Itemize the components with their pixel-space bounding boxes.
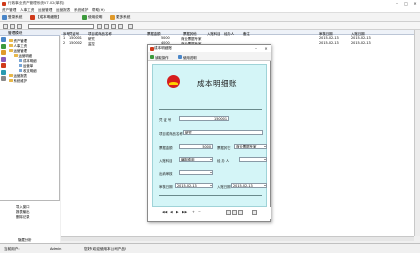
help-icon xyxy=(82,15,87,20)
record-navigator: ◀◀ ◀ ▶ ▶▶ + − xyxy=(148,207,271,219)
amount-label: 票据金额 xyxy=(159,146,173,150)
entry-date-picker[interactable]: 2015-02-13 xyxy=(231,183,267,188)
delete-record-link[interactable]: 删除记录 xyxy=(16,214,30,219)
dialog-tabs: 读取操作 使用说明 xyxy=(148,52,271,61)
database-icon[interactable] xyxy=(1,69,6,75)
first-record-button[interactable]: ◀◀ xyxy=(162,210,167,214)
print-icon[interactable] xyxy=(232,209,237,215)
secondary-toolbar xyxy=(0,22,420,30)
cost-ledger-dialog: 成本明细账 – ✕ 读取操作 使用说明 成本明细账 凭 证 号 150001 项… xyxy=(147,44,271,222)
folder-icon xyxy=(9,44,13,47)
folder-icon xyxy=(14,54,18,57)
amount-field[interactable]: 5000 xyxy=(179,144,213,149)
folder-icon xyxy=(9,79,13,82)
usage-button[interactable]: 使用说明 xyxy=(82,15,102,21)
document-icon xyxy=(19,63,22,68)
read-icon xyxy=(150,55,154,59)
remark-label: 出纳审核 xyxy=(159,172,173,176)
tab-read[interactable]: 读取操作 xyxy=(150,54,169,60)
dialog-minimize-button[interactable]: – xyxy=(251,45,261,52)
left-panel: 管理模块 资产管理 人事工资 运营管理 运营明细 成本明细 运营单 收支明细 运… xyxy=(0,30,60,243)
voucher-title: 成本明细账 xyxy=(197,79,237,88)
chart-icon[interactable] xyxy=(1,50,6,55)
folder-icon xyxy=(9,74,13,77)
last-record-button[interactable]: ▶▶ xyxy=(182,210,187,214)
login-icon xyxy=(2,15,7,20)
audit-date-picker[interactable]: 2015-02-13 xyxy=(175,183,213,188)
handler-select[interactable] xyxy=(239,157,267,162)
title-bar: 行政事业资产管理系统V7.02(单机) – □ ✕ xyxy=(0,0,420,7)
voucher-no-field[interactable]: 150001 xyxy=(179,116,229,121)
dialog-icon xyxy=(149,46,154,51)
quick-actions: 导入窗口 报表输出 删除记录 隐藏分析 xyxy=(0,200,60,243)
main-toolbar: 登录系统 【成本明细账】 使用说明 更多系统 xyxy=(0,13,420,22)
close-form-icon[interactable] xyxy=(252,209,257,215)
entry-date-label: 入账日期 xyxy=(217,185,231,189)
prev-record-button[interactable]: ◀ xyxy=(170,210,173,214)
filter-input[interactable] xyxy=(28,23,94,29)
filter-icon[interactable] xyxy=(111,23,116,29)
company-logo-icon xyxy=(167,75,180,88)
user-name: Admin xyxy=(50,246,62,251)
dialog-title-bar: 成本明细账 – ✕ xyxy=(148,45,271,52)
dropdown-icon[interactable] xyxy=(17,23,22,29)
account-select[interactable]: 编制费用 xyxy=(179,157,213,162)
window-title: 行政事业资产管理系统V7.02(单机) xyxy=(8,1,65,6)
bill-other-select[interactable]: 商业票据专家 xyxy=(234,144,267,149)
audit-date-label: 审核日期 xyxy=(159,185,173,189)
refresh-icon[interactable] xyxy=(104,23,109,29)
more-systems-button[interactable]: 更多系统 xyxy=(110,15,130,21)
login-button[interactable]: 登录系统 xyxy=(2,15,22,21)
bill-other-label: 票据其它 xyxy=(217,146,231,150)
horizontal-scrollbar[interactable] xyxy=(61,236,414,241)
ledger-icon xyxy=(30,15,35,20)
app-window: 行政事业资产管理系统V7.02(单机) – □ ✕ 资产管理 人事工资 运营管理… xyxy=(0,0,420,253)
document-icon xyxy=(19,58,22,63)
tree-item-system[interactable]: 系统维护 xyxy=(9,78,27,83)
print-icon[interactable] xyxy=(128,23,133,29)
remark-select[interactable] xyxy=(179,170,213,175)
side-icon-bar xyxy=(1,37,7,83)
module-header: 管理模块 xyxy=(0,30,60,36)
user-label: 当前用户: xyxy=(4,246,20,251)
tab-usage[interactable]: 使用说明 xyxy=(178,54,197,60)
document-icon xyxy=(19,68,22,73)
folder-icon xyxy=(9,49,13,52)
settings-icon[interactable] xyxy=(1,63,6,68)
add-icon[interactable] xyxy=(10,23,15,29)
app-icon xyxy=(2,1,6,6)
vertical-scrollbar[interactable] xyxy=(414,30,420,236)
grid-icon xyxy=(110,15,115,20)
divider xyxy=(159,109,262,110)
edit-icon[interactable] xyxy=(3,23,8,29)
users-icon[interactable] xyxy=(1,43,6,49)
report-icon[interactable] xyxy=(1,56,6,62)
home-icon[interactable] xyxy=(1,37,6,42)
export-icon[interactable] xyxy=(118,23,123,29)
tools-icon[interactable] xyxy=(1,76,6,81)
next-record-button[interactable]: ▶ xyxy=(176,210,179,214)
dialog-title: 成本明细账 xyxy=(154,46,172,51)
save-icon[interactable] xyxy=(226,209,231,215)
close-button[interactable]: ✕ xyxy=(410,0,420,7)
item-label: 项目或商品名称 xyxy=(159,132,183,136)
delete-record-button[interactable]: − xyxy=(198,210,201,214)
search-icon[interactable] xyxy=(97,23,102,29)
undo-icon[interactable] xyxy=(238,209,243,215)
handler-label: 经 办 人 xyxy=(217,159,230,163)
add-record-button[interactable]: + xyxy=(192,210,195,214)
voucher-no-label: 凭 证 号 xyxy=(159,118,172,122)
divider xyxy=(159,195,262,196)
item-field[interactable]: 研究 xyxy=(183,130,263,135)
folder-icon xyxy=(9,39,13,42)
dialog-close-button[interactable]: ✕ xyxy=(261,45,271,52)
hide-analysis-link[interactable]: 隐藏分析 xyxy=(18,237,32,242)
voucher-form: 成本明细账 凭 证 号 150001 项目或商品名称 研究 票据金额 5000 … xyxy=(152,64,267,207)
account-label: 入账科目 xyxy=(159,159,173,163)
status-bar: 当前用户: Admin 您好!欢迎使用本公司产品! xyxy=(0,243,420,253)
status-message: 您好!欢迎使用本公司产品! xyxy=(84,246,127,251)
help-icon xyxy=(178,55,182,59)
voucher-tab-button[interactable]: 【成本明细账】 xyxy=(30,15,61,21)
